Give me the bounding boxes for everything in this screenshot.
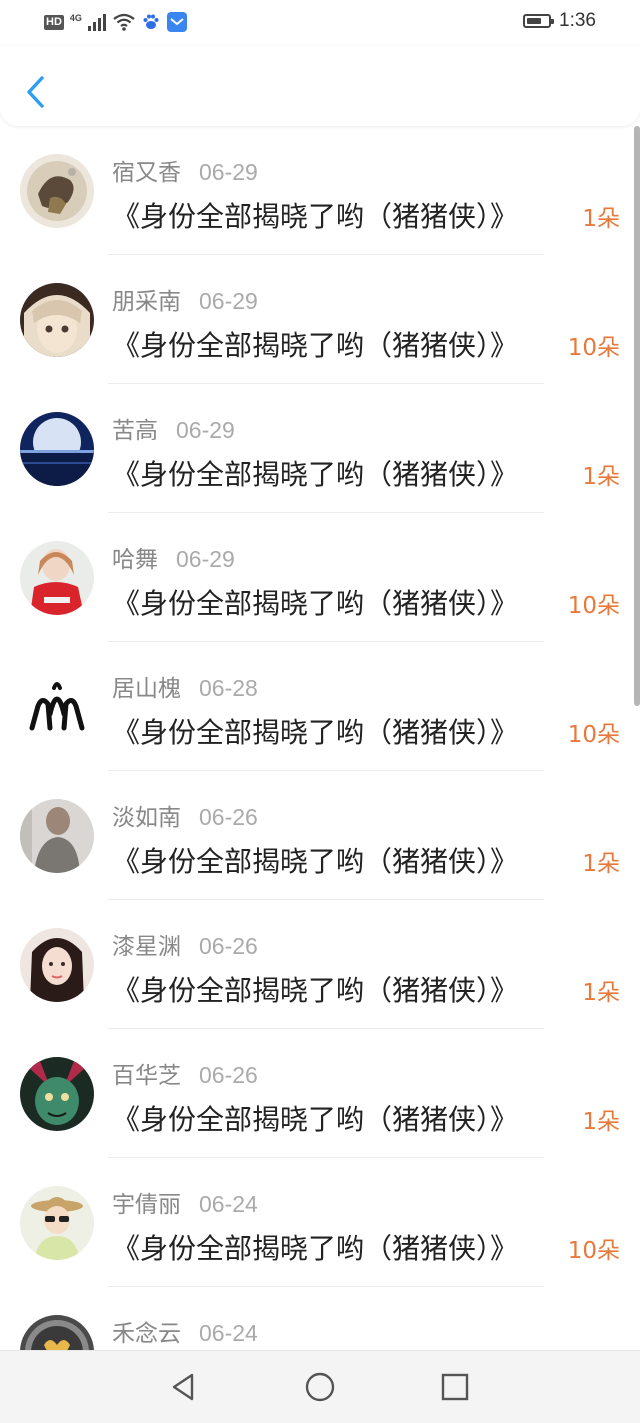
avatar-image bbox=[20, 928, 94, 1002]
avatar-image bbox=[20, 1057, 94, 1131]
avatar[interactable] bbox=[20, 1315, 94, 1350]
list-item[interactable]: 居山槐 06-28 《身份全部揭晓了哟（猪猪侠）》 10朵 bbox=[0, 642, 640, 771]
status-right: 1:36 bbox=[523, 10, 596, 32]
avatar[interactable] bbox=[20, 670, 94, 744]
book-title: 《身份全部揭晓了哟（猪猪侠）》 bbox=[112, 1103, 519, 1136]
flower-count: 1朵 bbox=[582, 980, 620, 1006]
flower-count: 1朵 bbox=[582, 464, 620, 490]
network-type: 4G bbox=[69, 12, 82, 23]
nav-recents-button[interactable] bbox=[439, 1371, 471, 1403]
triangle-back-icon bbox=[172, 1373, 194, 1401]
avatar-image bbox=[20, 1186, 94, 1260]
avatar[interactable] bbox=[20, 799, 94, 873]
gift-list: 宿又香 06-29 《身份全部揭晓了哟（猪猪侠）》 1朵 朋采南 06-29 《… bbox=[0, 126, 640, 1350]
gift-date: 06-29 bbox=[176, 417, 235, 443]
gift-date: 06-29 bbox=[176, 546, 235, 572]
app-notification-icon bbox=[166, 12, 187, 32]
gift-date: 06-26 bbox=[199, 1062, 258, 1088]
flower-count: 1朵 bbox=[582, 1109, 620, 1135]
back-button[interactable] bbox=[22, 74, 50, 110]
list-item[interactable]: 哈舞 06-29 《身份全部揭晓了哟（猪猪侠）》 10朵 bbox=[0, 513, 640, 642]
flower-count: 10朵 bbox=[567, 722, 620, 748]
status-left: HD 4G bbox=[44, 11, 188, 33]
book-title: 《身份全部揭晓了哟（猪猪侠）》 bbox=[112, 845, 519, 878]
gift-date: 06-28 bbox=[199, 675, 258, 701]
avatar-image bbox=[20, 412, 94, 486]
scrollbar[interactable] bbox=[634, 126, 640, 706]
list-item[interactable]: 漆星渊 06-26 《身份全部揭晓了哟（猪猪侠）》 1朵 bbox=[0, 900, 640, 1029]
avatar[interactable] bbox=[20, 541, 94, 615]
wifi-icon bbox=[113, 13, 135, 31]
gift-date: 06-26 bbox=[199, 933, 258, 959]
sender-name: 哈舞 bbox=[112, 547, 158, 573]
avatar[interactable] bbox=[20, 1057, 94, 1131]
signal-icon bbox=[87, 13, 106, 31]
sender-name: 漆星渊 bbox=[112, 934, 181, 960]
chevron-left-icon bbox=[27, 76, 44, 108]
list-item[interactable]: 淡如南 06-26 《身份全部揭晓了哟（猪猪侠）》 1朵 bbox=[0, 771, 640, 900]
avatar-image bbox=[20, 799, 94, 873]
book-title: 《身份全部揭晓了哟（猪猪侠）》 bbox=[112, 329, 519, 362]
sender-name: 苦高 bbox=[112, 418, 158, 444]
sender-name: 禾念云 bbox=[112, 1321, 181, 1347]
list-item[interactable]: 宿又香 06-29 《身份全部揭晓了哟（猪猪侠）》 1朵 bbox=[0, 126, 640, 255]
sender-name: 淡如南 bbox=[112, 805, 181, 831]
sender-name: 宇倩丽 bbox=[112, 1192, 181, 1218]
circle-home-icon bbox=[305, 1372, 335, 1402]
avatar[interactable] bbox=[20, 1186, 94, 1260]
book-title: 《身份全部揭晓了哟（猪猪侠）》 bbox=[112, 974, 519, 1007]
flower-count: 1朵 bbox=[582, 206, 620, 232]
battery-fill bbox=[527, 18, 542, 24]
status-bar: HD 4G 1:36 bbox=[0, 0, 640, 46]
avatar-image bbox=[20, 283, 94, 357]
list-item[interactable]: 禾念云 06-24 bbox=[0, 1287, 640, 1350]
header-bar bbox=[0, 46, 640, 126]
avatar-image bbox=[20, 541, 94, 615]
avatar[interactable] bbox=[20, 412, 94, 486]
flower-count: 10朵 bbox=[567, 1238, 620, 1264]
book-title: 《身份全部揭晓了哟（猪猪侠）》 bbox=[112, 458, 519, 491]
avatar-image bbox=[20, 670, 94, 744]
avatar[interactable] bbox=[20, 154, 94, 228]
nav-back-button[interactable] bbox=[168, 1371, 200, 1403]
paw-icon bbox=[143, 14, 159, 29]
gift-date: 06-26 bbox=[199, 804, 258, 830]
square-recents-icon bbox=[441, 1373, 469, 1401]
system-nav-bar bbox=[0, 1350, 640, 1423]
sender-name: 朋采南 bbox=[112, 289, 181, 315]
gift-date: 06-29 bbox=[199, 159, 258, 185]
list-item[interactable]: 百华芝 06-26 《身份全部揭晓了哟（猪猪侠）》 1朵 bbox=[0, 1029, 640, 1158]
sender-name: 居山槐 bbox=[112, 676, 181, 702]
book-title: 《身份全部揭晓了哟（猪猪侠）》 bbox=[112, 716, 519, 749]
flower-count: 10朵 bbox=[567, 593, 620, 619]
list-item[interactable]: 苦高 06-29 《身份全部揭晓了哟（猪猪侠）》 1朵 bbox=[0, 384, 640, 513]
avatar[interactable] bbox=[20, 283, 94, 357]
avatar[interactable] bbox=[20, 928, 94, 1002]
avatar-image bbox=[20, 1315, 94, 1350]
list-item[interactable]: 宇倩丽 06-24 《身份全部揭晓了哟（猪猪侠）》 10朵 bbox=[0, 1158, 640, 1287]
clock: 1:36 bbox=[559, 10, 596, 31]
gift-date: 06-24 bbox=[199, 1191, 258, 1217]
gift-date: 06-29 bbox=[199, 288, 258, 314]
book-title: 《身份全部揭晓了哟（猪猪侠）》 bbox=[112, 200, 519, 233]
hd-badge: HD bbox=[44, 14, 64, 30]
book-title: 《身份全部揭晓了哟（猪猪侠）》 bbox=[112, 587, 519, 620]
flower-count: 10朵 bbox=[567, 335, 620, 361]
flower-count: 1朵 bbox=[582, 851, 620, 877]
sender-name: 百华芝 bbox=[112, 1063, 181, 1089]
list-item[interactable]: 朋采南 06-29 《身份全部揭晓了哟（猪猪侠）》 10朵 bbox=[0, 255, 640, 384]
nav-home-button[interactable] bbox=[304, 1371, 336, 1403]
book-title: 《身份全部揭晓了哟（猪猪侠）》 bbox=[112, 1232, 519, 1265]
gift-date: 06-24 bbox=[199, 1320, 258, 1346]
sender-name: 宿又香 bbox=[112, 160, 181, 186]
battery-icon bbox=[523, 14, 555, 28]
avatar-image bbox=[20, 154, 94, 228]
